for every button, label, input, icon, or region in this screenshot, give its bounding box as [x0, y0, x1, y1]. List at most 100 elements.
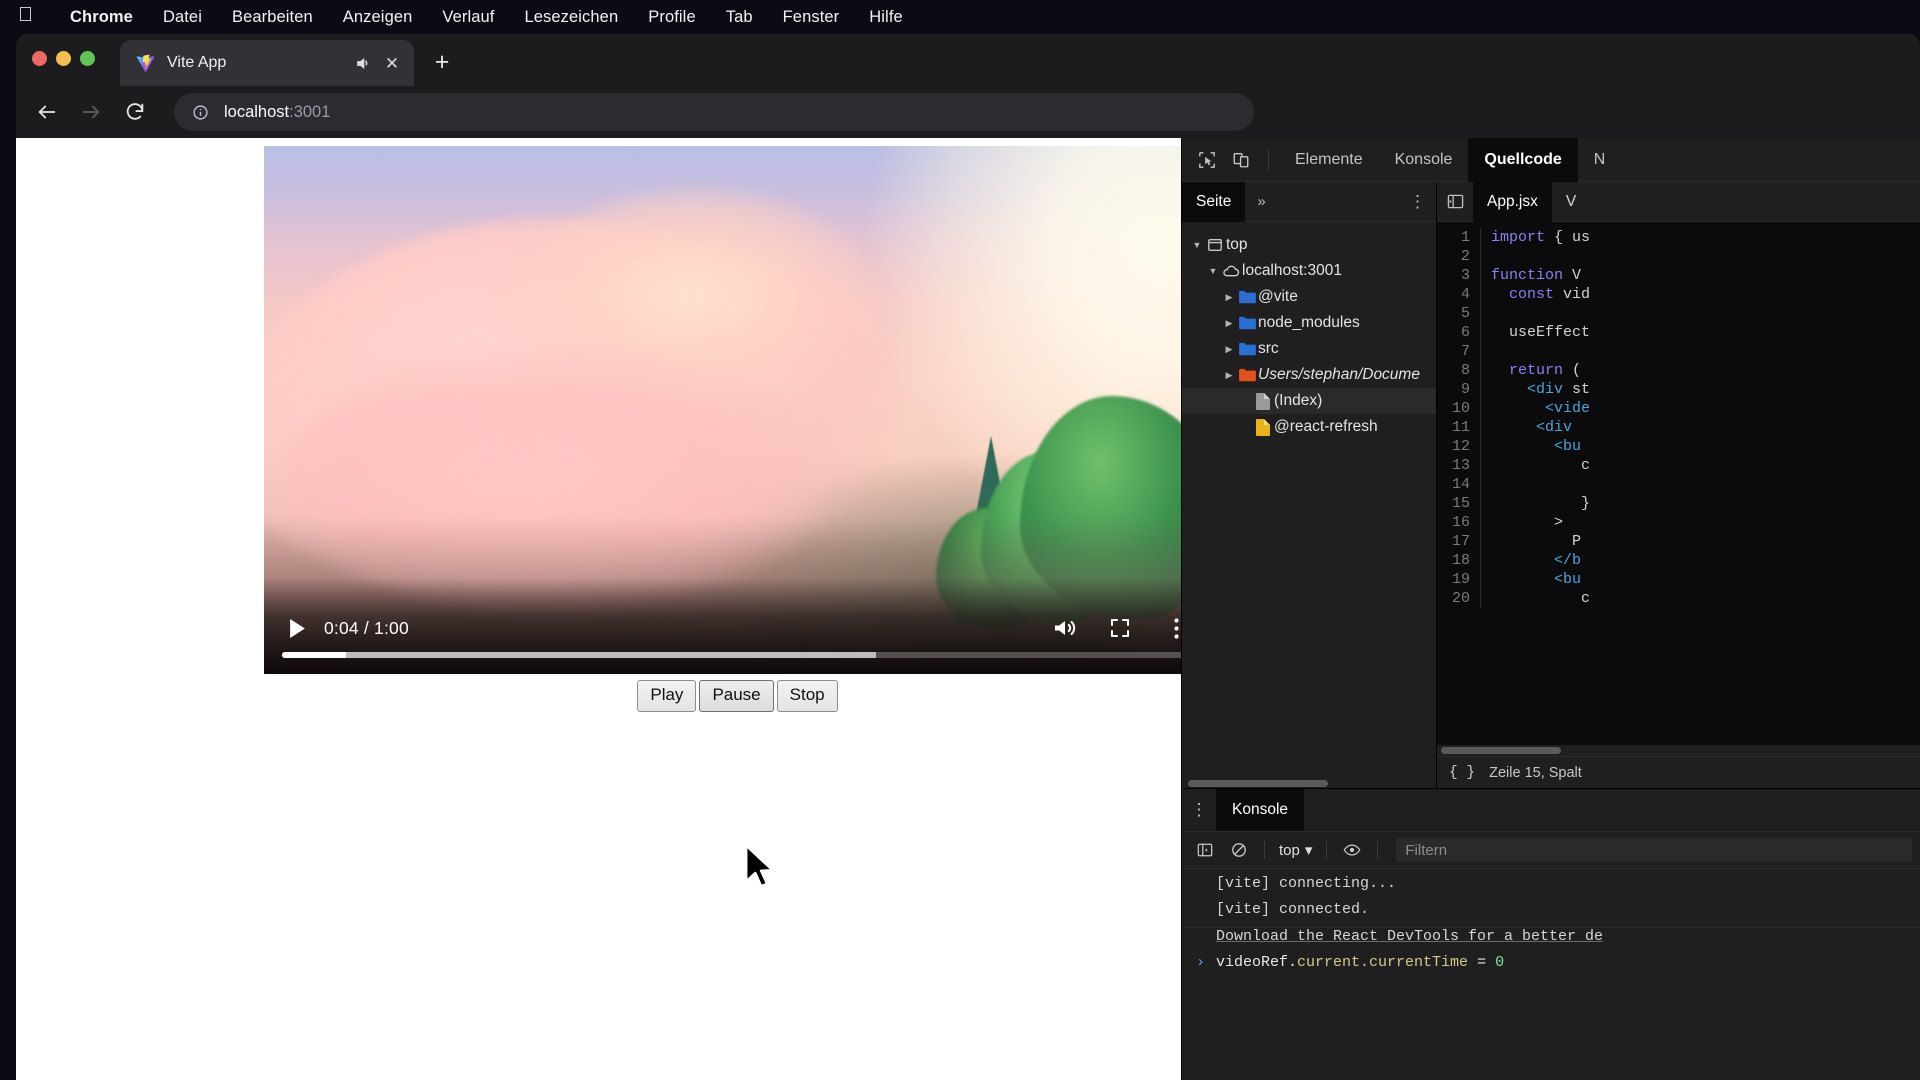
tab-konsole[interactable]: Konsole [1379, 138, 1469, 182]
code-token: st [1563, 381, 1591, 398]
kebab-menu-icon[interactable]: ⋮ [1182, 800, 1216, 820]
speaker-icon[interactable] [352, 52, 374, 74]
code-line-text: <div [1491, 418, 1581, 437]
console-context-label: top [1279, 841, 1300, 859]
twisty-open-icon[interactable] [1206, 266, 1220, 276]
code-line-text: </b [1491, 551, 1581, 570]
twisty-closed-icon[interactable] [1222, 318, 1236, 329]
folder-orange-icon [1236, 368, 1258, 382]
twisty-open-icon[interactable] [1190, 240, 1204, 250]
minimize-window-button[interactable] [56, 51, 71, 66]
arrow-left-icon[interactable] [28, 93, 66, 131]
menu-item-tab[interactable]: Tab [711, 8, 768, 27]
code-token: ( [1563, 362, 1582, 379]
twisty-closed-icon[interactable] [1222, 370, 1236, 381]
url-port: :3001 [289, 102, 331, 121]
fullscreen-icon[interactable] [1100, 611, 1140, 645]
editor-horizontal-scrollbar[interactable] [1437, 745, 1920, 756]
twisty-closed-icon[interactable] [1222, 344, 1236, 355]
code-token: <vide [1545, 400, 1591, 417]
menu-item-bearbeiten[interactable]: Bearbeiten [217, 8, 328, 27]
file-tree-row[interactable]: (Index) [1182, 388, 1436, 414]
code-token: c [1491, 457, 1591, 474]
tab-netzwerk[interactable]: N [1578, 138, 1622, 182]
file-tree-row[interactable]: node_modules [1182, 310, 1436, 336]
pause-button[interactable]: Pause [699, 680, 774, 712]
menu-item-hilfe[interactable]: Hilfe [854, 8, 918, 27]
inspect-cursor-icon[interactable] [1190, 144, 1224, 176]
file-yellow-icon [1252, 418, 1274, 436]
file-tree-row[interactable]: src [1182, 336, 1436, 362]
code-line-text: function V [1491, 266, 1581, 285]
tab-elemente[interactable]: Elemente [1279, 138, 1379, 182]
tab-quellcode[interactable]: Quellcode [1468, 138, 1578, 182]
file-tree-row[interactable]: top [1182, 232, 1436, 258]
navigator-more-button[interactable]: » [1245, 193, 1277, 210]
code-line-text: <bu [1491, 570, 1581, 589]
menu-item-anzeigen[interactable]: Anzeigen [328, 8, 428, 27]
console-sidebar-icon[interactable] [1190, 836, 1220, 864]
code-view[interactable]: 1 import { us 2 3 function V4 const vid 5 6 us… [1437, 222, 1920, 745]
editor-tab-app-jsx[interactable]: App.jsx [1473, 181, 1552, 222]
browser-tab[interactable]: Vite App ✕ [120, 40, 414, 86]
drawer-tabbar: ⋮ Konsole [1182, 789, 1920, 831]
kebab-menu-icon[interactable]: ⋮ [1409, 193, 1426, 210]
navigator-tab-seite[interactable]: Seite [1182, 181, 1246, 222]
live-expression-icon[interactable] [1337, 836, 1367, 864]
code-token: <bu [1554, 571, 1582, 588]
code-token: vid [1554, 286, 1591, 303]
file-tree-row[interactable]: @vite [1182, 284, 1436, 310]
maximize-window-button[interactable] [80, 51, 95, 66]
clear-console-icon[interactable] [1224, 836, 1254, 864]
menu-item-chrome[interactable]: Chrome [55, 8, 148, 27]
new-tab-button[interactable]: + [426, 46, 458, 78]
console-log-row: › videoRef. current.currentTime = 0 [1182, 954, 1920, 980]
reload-icon[interactable] [116, 93, 154, 131]
file-tree-row[interactable]: localhost:3001 [1182, 258, 1436, 284]
panel-collapse-icon[interactable] [1437, 193, 1473, 210]
file-tree-row[interactable]: Users/stephan/Docume [1182, 362, 1436, 388]
menu-item-profile[interactable]: Profile [633, 8, 710, 27]
editor-tab-secondary[interactable]: V [1552, 182, 1590, 222]
info-circle-icon[interactable] [190, 102, 210, 122]
drawer-tab-konsole[interactable]: Konsole [1216, 789, 1305, 831]
device-toolbar-icon[interactable] [1224, 144, 1258, 176]
menu-item-datei[interactable]: Datei [148, 8, 217, 27]
stop-button[interactable]: Stop [776, 680, 838, 712]
console-context-selector[interactable]: top ▾ [1275, 841, 1316, 860]
console-filter-input[interactable]: Filtern [1396, 838, 1912, 862]
line-number: 7 [1437, 342, 1481, 361]
video-controls: 0:04 / 1:00 [264, 578, 1181, 674]
pretty-print-icon[interactable]: { } [1449, 765, 1475, 781]
play-icon[interactable] [282, 613, 312, 643]
file-tree-row[interactable]: @react-refresh [1182, 414, 1436, 440]
kebab-menu-icon[interactable] [1156, 611, 1181, 645]
twisty-closed-icon[interactable] [1222, 292, 1236, 303]
volume-icon[interactable] [1044, 611, 1084, 645]
code-token: </b [1554, 552, 1582, 569]
code-line: 6 useEffect [1437, 323, 1920, 342]
file-tree-label: node_modules [1258, 314, 1360, 331]
close-window-button[interactable] [32, 51, 47, 66]
code-token: V [1563, 267, 1582, 284]
apple-logo-icon[interactable]:  [18, 5, 33, 25]
close-icon[interactable]: ✕ [380, 51, 404, 75]
code-line: 16 > [1437, 513, 1920, 532]
file-tree-label: Users/stephan/Docume [1258, 366, 1420, 383]
line-number: 2 [1437, 247, 1481, 266]
menu-item-fenster[interactable]: Fenster [768, 8, 855, 27]
code-line-text: useEffect [1491, 323, 1590, 342]
arrow-right-icon [72, 93, 110, 131]
editor-status-bar: { } Zeile 15, Spalt [1437, 756, 1920, 788]
menu-item-lesezeichen[interactable]: Lesezeichen [509, 8, 633, 27]
code-line: 12 <bu [1437, 437, 1920, 456]
video-player[interactable]: 0:04 / 1:00 [264, 146, 1181, 674]
video-progress-bar[interactable] [282, 652, 1181, 658]
address-bar[interactable]: localhost:3001 [174, 93, 1254, 131]
menu-item-verlauf[interactable]: Verlauf [427, 8, 509, 27]
play-button[interactable]: Play [637, 680, 697, 712]
navigator-horizontal-scrollbar[interactable] [1182, 778, 1436, 788]
